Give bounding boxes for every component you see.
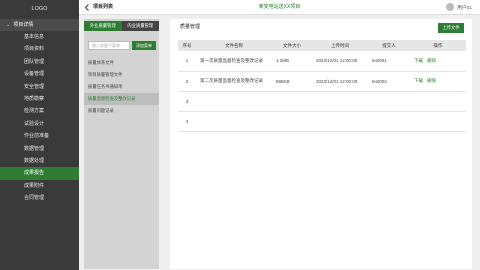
table-row: 4: [178, 111, 466, 132]
chevron-down-icon: ⌄: [6, 22, 11, 28]
sidebar-item-team[interactable]: 团队管理: [0, 56, 79, 68]
delete-link[interactable]: 删除: [427, 58, 436, 63]
submitter: [368, 91, 410, 112]
file-table: 序号 文件名称 文件大小 上传时间 提交人 操作 1 第一次质量监督检查及整改记…: [178, 40, 466, 132]
user-name: 用户01: [457, 5, 472, 11]
submitter: test002: [368, 71, 410, 92]
row-actions: 下载 删除: [410, 51, 466, 72]
sidebar-group-label: 项目详情: [13, 22, 34, 28]
row-actions: 下载 删除: [410, 71, 466, 92]
column-header-submitter: 提交人: [382, 42, 396, 48]
upload-time: [312, 111, 368, 132]
column-header-name: 文件名称: [225, 42, 243, 48]
folder-panel: 外业质量管理 内业质量管理 添加菜单 质量体系文件 项目质量管理文件 质量任务书…: [84, 19, 159, 269]
file-size: [272, 91, 312, 112]
row-actions: [410, 111, 466, 132]
folder-item-issue-records[interactable]: 质量问题记录: [84, 105, 159, 117]
row-index: 3: [178, 91, 196, 112]
menu-search-input[interactable]: [88, 41, 130, 50]
sidebar-item-geology[interactable]: 地质勘察: [0, 93, 79, 105]
tab-field-quality[interactable]: 外业质量管理: [84, 21, 122, 31]
sidebar-item-test-design[interactable]: 试验设计: [0, 118, 79, 130]
sidebar-item-equipment[interactable]: 设备管理: [0, 68, 79, 80]
sidebar-item-result-report[interactable]: 成果报告: [0, 167, 79, 180]
file-name: [196, 91, 272, 112]
file-name: 第二次质量监督检查及整改记录: [196, 71, 272, 92]
tab-office-quality[interactable]: 内业质量管理: [121, 21, 159, 31]
file-size: [272, 111, 312, 132]
table-header-row: 序号 文件名称 文件大小 上传时间 提交人 操作: [178, 40, 466, 51]
tab-bar: 外业质量管理 内业质量管理: [84, 21, 159, 31]
column-header-time: 上传时间: [331, 42, 349, 48]
file-name: [196, 111, 272, 132]
search-row: 添加菜单: [84, 39, 159, 53]
sidebar-item-result-attachments[interactable]: 成果附件: [0, 180, 79, 192]
sidebar-item-data-management[interactable]: 数据管理: [0, 143, 79, 155]
download-link[interactable]: 下载: [414, 58, 423, 63]
table-row: 1 第一次质量监督检查及整改记录 1.2MB 2023/12/01 12:00:…: [178, 51, 466, 72]
column-header-actions: 操作: [433, 42, 443, 48]
folder-item-inspection-records[interactable]: 质量监督检查及整改记录: [84, 93, 159, 105]
sidebar-group-project-detail[interactable]: ⌄ 项目详情: [0, 19, 79, 31]
sidebar-item-inspection-plan[interactable]: 检测方案: [0, 105, 79, 117]
upload-file-button[interactable]: 上传文件: [438, 23, 464, 33]
folder-item-project-quality[interactable]: 项目质量管理文件: [84, 69, 159, 81]
sidebar-item-safety[interactable]: 安全管理: [0, 81, 79, 93]
submitter: test001: [368, 51, 410, 72]
sidebar-item-contract[interactable]: 合同管理: [0, 192, 79, 204]
project-title: 某变电站送XX项目: [258, 4, 301, 10]
sidebar-item-pre-work[interactable]: 作业前准备: [0, 130, 79, 142]
topbar: 项目列表 某变电站送XX项目 用户01: [79, 0, 480, 15]
file-size: 1.2MB: [272, 51, 312, 72]
row-index: 2: [178, 71, 196, 92]
user-menu[interactable]: 用户01: [446, 3, 472, 11]
column-header-index: 序号: [182, 42, 192, 48]
delete-link[interactable]: 删除: [427, 78, 436, 83]
add-menu-button[interactable]: 添加菜单: [132, 41, 156, 50]
upload-time: [312, 91, 368, 112]
sidebar-item-basic-info[interactable]: 基本信息: [0, 31, 79, 43]
table-row: 2 第二次质量监督检查及整改记录 886KB 2023/12/01 12:00:…: [178, 71, 466, 92]
column-header-size: 文件大小: [283, 42, 301, 48]
folder-item-quality-system[interactable]: 质量体系文件: [84, 57, 159, 69]
folder-item-task-notice[interactable]: 质量任务书通知单: [84, 81, 159, 93]
folder-list: 质量体系文件 项目质量管理文件 质量任务书通知单 质量监督检查及整改记录 质量问…: [84, 57, 159, 117]
upload-time: 2023/12/01 12:00:00: [312, 51, 368, 72]
row-index: 4: [178, 111, 196, 132]
main-content: 质量管理 上传文件 序号 文件名称 文件大小 上传时间 提交人 操作 1 第一次…: [170, 19, 472, 269]
avatar: [446, 3, 455, 11]
file-name: 第一次质量监督检查及整改记录: [196, 51, 272, 72]
file-size: 886KB: [272, 71, 312, 92]
download-link[interactable]: 下载: [414, 78, 423, 83]
page-title: 质量管理: [180, 24, 201, 30]
sidebar-item-project-files[interactable]: 项目资料: [0, 43, 79, 55]
row-index: 1: [178, 51, 196, 72]
submitter: [368, 111, 410, 132]
table-row: 3: [178, 91, 466, 112]
logo: LOGO: [31, 6, 48, 12]
upload-time: 2023/12/01 12:00:00: [312, 71, 368, 92]
row-actions: [410, 91, 466, 112]
sidebar-item-data-processing[interactable]: 数据处理: [0, 155, 79, 167]
sidebar: LOGO ⌄ 项目详情 基本信息 项目资料 团队管理 设备管理 安全管理 地质勘…: [0, 0, 79, 270]
